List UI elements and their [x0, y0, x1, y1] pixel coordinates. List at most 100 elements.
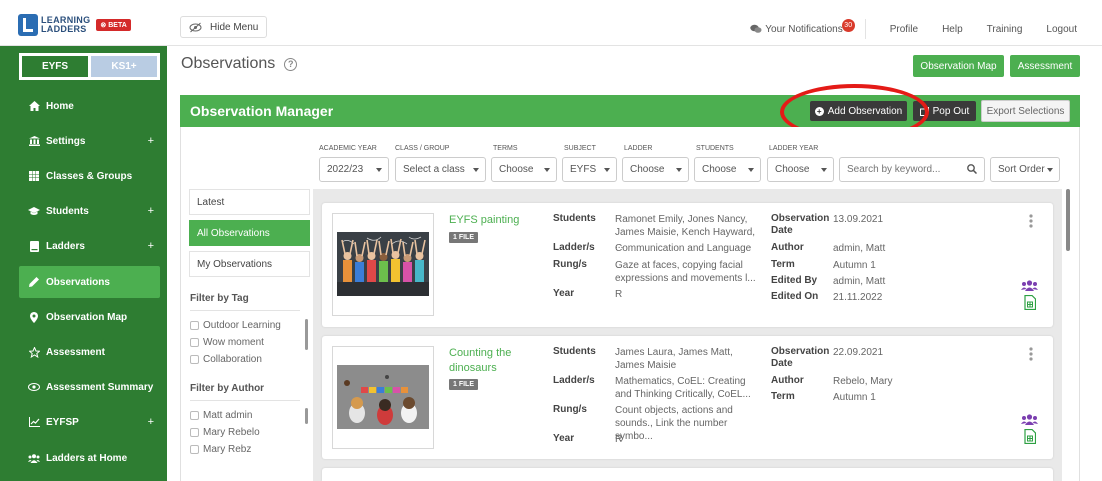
students-select[interactable]: Choose [694, 157, 761, 182]
help-icon[interactable]: ? [284, 57, 298, 71]
profile-link[interactable]: Profile [890, 24, 918, 35]
edited-by-label: Edited By [771, 275, 818, 286]
observation-thumbnail[interactable] [332, 213, 434, 316]
sidebar-item-classes-groups[interactable]: Classes & Groups [19, 160, 160, 192]
sidebar-item-ladders[interactable]: Ladders + [19, 230, 160, 262]
spreadsheet-file-icon[interactable] [1024, 429, 1036, 444]
author-checkbox-matt-admin[interactable]: Matt admin [190, 410, 252, 421]
ladders-label: Ladder/s [553, 375, 595, 386]
assessment-button[interactable]: Assessment [1010, 55, 1080, 77]
sidebar-item-settings[interactable]: Settings + [19, 125, 160, 157]
tag-list-scrollbar[interactable] [305, 319, 308, 350]
sidebar-item-label: Home [46, 100, 74, 112]
notifications-link[interactable]: Your Notifications 30 [750, 18, 855, 35]
sort-order-select[interactable]: Sort Order [990, 157, 1060, 182]
sidebar-item-ladders-at-home[interactable]: Ladders at Home [19, 442, 160, 474]
pop-out-button[interactable]: Pop Out [913, 101, 976, 121]
filter-label: ACADEMIC YEAR [319, 145, 377, 152]
terms-select[interactable]: Choose [491, 157, 557, 182]
logout-link[interactable]: Logout [1046, 24, 1077, 35]
select-value: Select a class [403, 164, 465, 175]
sidebar-item-assessment[interactable]: Assessment [19, 336, 160, 368]
learning-ladders-logo[interactable]: LEARNING LADDERS ⊗ BETA [18, 14, 131, 36]
tab-all-observations[interactable]: All Observations [189, 220, 310, 246]
caret-down-icon [1047, 168, 1053, 172]
sidebar: EYFS KS1+ Home Settings + Classes & Grou… [0, 46, 167, 481]
select-value: Choose [630, 164, 665, 175]
academic-year-select[interactable]: 2022/23 [319, 157, 389, 182]
observation-thumbnail[interactable] [332, 346, 434, 449]
hide-menu-button[interactable]: Hide Menu [180, 16, 268, 38]
graduation-cap-icon [27, 206, 41, 216]
edited-by-value: admin, Matt [833, 276, 886, 287]
sidebar-item-home[interactable]: Home [19, 90, 160, 122]
observation-title-link[interactable]: EYFS painting [449, 213, 519, 228]
search-icon[interactable] [967, 164, 977, 174]
checkbox[interactable] [190, 355, 199, 364]
checkbox[interactable] [190, 338, 199, 347]
expand-icon[interactable]: + [148, 416, 154, 428]
tab-my-observations[interactable]: My Observations [189, 251, 310, 277]
label-line: Date [771, 225, 793, 236]
filter-label: LADDER [624, 145, 653, 152]
more-options-icon[interactable] [1029, 214, 1033, 228]
label-line: Observation [771, 213, 830, 224]
page-title-text: Observations [181, 55, 276, 72]
edited-on-value: 21.11.2022 [833, 292, 883, 303]
more-options-icon[interactable] [1029, 347, 1033, 361]
expand-icon[interactable]: + [148, 240, 154, 252]
pop-out-label: Pop Out [932, 105, 970, 117]
sidebar-item-observations[interactable]: Observations [19, 266, 160, 298]
stage-eyfs-button[interactable]: EYFS [22, 56, 88, 77]
sidebar-item-label: EYFSP [46, 416, 79, 428]
tag-checkbox-collaboration[interactable]: Collaboration [190, 354, 262, 365]
filter-label: TERMS [493, 145, 518, 152]
export-selections-button[interactable]: Export Selections [981, 100, 1070, 122]
tag-checkbox-outdoor-learning[interactable]: Outdoor Learning [190, 320, 281, 331]
author-checkbox-mary-rebz[interactable]: Mary Rebz [190, 444, 251, 455]
stage-ks1-button[interactable]: KS1+ [91, 56, 157, 77]
year-value: R [615, 289, 623, 300]
checkbox[interactable] [190, 428, 199, 437]
plus-circle-icon: + [814, 106, 824, 116]
subject-filter: SUBJECT EYFS [562, 145, 617, 182]
subject-select[interactable]: EYFS [562, 157, 617, 182]
add-observation-label: Add Observation [827, 105, 903, 117]
author-checkbox-mary-rebelo[interactable]: Mary Rebelo [190, 427, 260, 438]
sidebar-item-observation-map[interactable]: Observation Map [19, 301, 160, 333]
students-group-icon[interactable] [1021, 280, 1038, 291]
sidebar-item-label: Ladders at Home [46, 452, 128, 464]
observation-list-scrollbar[interactable] [1066, 189, 1070, 251]
observation-map-button[interactable]: Observation Map [913, 55, 1004, 77]
eye-slash-icon [189, 22, 202, 32]
expand-icon[interactable]: + [148, 205, 154, 217]
tag-checkbox-wow-moment[interactable]: Wow moment [190, 337, 264, 348]
caret-down-icon [544, 168, 550, 172]
checkbox[interactable] [190, 411, 199, 420]
training-link[interactable]: Training [987, 24, 1023, 35]
sidebar-item-eyfsp[interactable]: EYFSP + [19, 406, 160, 438]
sidebar-item-students[interactable]: Students + [19, 195, 160, 227]
checkbox[interactable] [190, 445, 199, 454]
filter-by-author-heading: Filter by Author [190, 383, 265, 394]
observation-title-link[interactable]: Counting the dinosaurs [449, 346, 539, 376]
tab-latest[interactable]: Latest [189, 189, 310, 215]
help-link[interactable]: Help [942, 24, 963, 35]
class-group-select[interactable]: Select a class [395, 157, 486, 182]
students-group-icon[interactable] [1021, 414, 1038, 425]
ladder-year-select[interactable]: Choose [767, 157, 834, 182]
ladder-select[interactable]: Choose [622, 157, 689, 182]
star-icon [27, 346, 41, 358]
year-value: R [615, 434, 623, 445]
keyword-search-input[interactable] [839, 157, 985, 182]
author-list-scrollbar[interactable] [305, 408, 308, 424]
spreadsheet-file-icon[interactable] [1024, 295, 1036, 310]
expand-icon[interactable]: + [148, 135, 154, 147]
add-observation-button[interactable]: + Add Observation [810, 101, 907, 121]
observation-card [322, 468, 1053, 481]
caret-down-icon [748, 168, 754, 172]
term-value: Autumn 1 [833, 392, 876, 403]
checkbox[interactable] [190, 321, 199, 330]
filter-by-tag-heading: Filter by Tag [190, 293, 249, 304]
sidebar-item-assessment-summary[interactable]: Assessment Summary [19, 371, 160, 403]
